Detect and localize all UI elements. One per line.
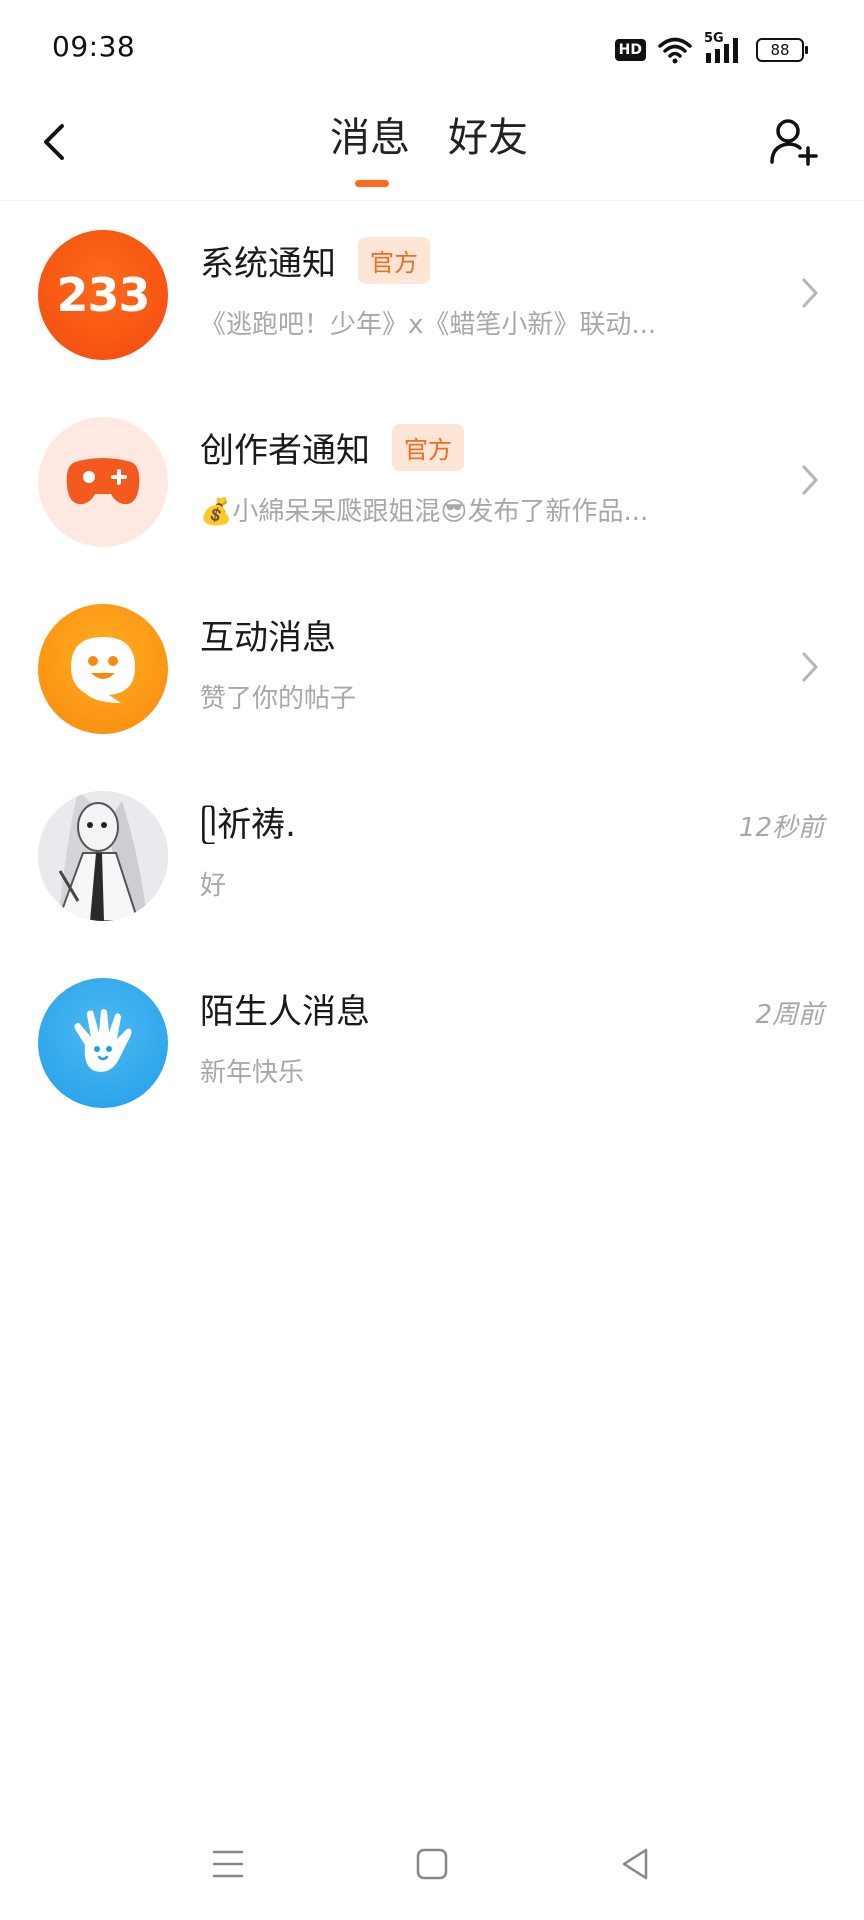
screen: 09:38 HD 5G 88 消息 好友 233 系统通知 官方 《逃跑吧！少年…: [0, 0, 864, 1920]
message-list: 233 系统通知 官方 《逃跑吧！少年》x《蜡笔小新》联动... 创作者通知 官…: [0, 200, 864, 1135]
add-friend-button[interactable]: [768, 116, 820, 168]
item-subtitle: 好: [200, 871, 227, 901]
item-time: 12秒前: [738, 813, 824, 843]
item-title-row: ᥫ祈祷.: [200, 797, 296, 846]
status-bar: 09:38 HD 5G 88: [0, 0, 864, 100]
official-badge: 官方: [358, 237, 430, 284]
back-button[interactable]: [36, 120, 76, 164]
chevron-right-icon: [802, 465, 818, 495]
item-subtitle: 💰小綿呆呆瓞跟姐混😎发布了新作品...: [200, 497, 649, 527]
menu-icon[interactable]: [206, 1842, 250, 1886]
wave-hand-icon: [38, 978, 168, 1108]
battery-icon: 88: [756, 38, 808, 62]
tab-friends[interactable]: 好友: [448, 112, 528, 164]
battery-level: 88: [770, 41, 790, 59]
item-time: 2周前: [755, 1000, 824, 1030]
tab-active-indicator: [355, 180, 389, 187]
list-item-stranger-messages[interactable]: 陌生人消息 2周前 新年快乐: [0, 948, 864, 1135]
wifi-icon: [658, 37, 692, 64]
system-nav-bar: [0, 1810, 864, 1920]
gamepad-icon: [38, 417, 168, 547]
item-title-row: 互动消息: [200, 610, 336, 659]
add-friend-icon: [770, 119, 818, 166]
back-arrow-icon: [44, 124, 64, 160]
home-square-icon[interactable]: [410, 1842, 454, 1886]
hd-icon: HD: [614, 39, 646, 61]
back-triangle-icon[interactable]: [614, 1842, 658, 1886]
item-title-row: 系统通知 官方: [200, 236, 430, 285]
list-item-system-notice[interactable]: 233 系统通知 官方 《逃跑吧！少年》x《蜡笔小新》联动...: [0, 200, 864, 387]
item-title: 系统通知: [200, 244, 336, 284]
official-badge: 官方: [392, 424, 464, 471]
tab-messages[interactable]: 消息: [330, 112, 410, 187]
chevron-right-icon: [802, 652, 818, 682]
tab-friends-label: 好友: [448, 115, 528, 161]
avatar-233-text: 233: [56, 268, 150, 322]
tab-messages-label: 消息: [330, 115, 410, 161]
status-icons: HD 5G 88: [614, 31, 808, 68]
item-title: 创作者通知: [200, 431, 370, 471]
status-time: 09:38: [52, 30, 136, 63]
item-subtitle: 赞了你的帖子: [200, 684, 357, 714]
item-title-row: 创作者通知 官方: [200, 423, 464, 472]
5g-signal-icon: 5G: [704, 31, 744, 65]
item-title: 互动消息: [200, 618, 336, 658]
list-item-interaction[interactable]: 互动消息 赞了你的帖子: [0, 574, 864, 761]
list-item-creator-notice[interactable]: 创作者通知 官方 💰小綿呆呆瓞跟姐混😎发布了新作品...: [0, 387, 864, 574]
item-subtitle: 新年快乐: [200, 1058, 305, 1088]
tab-bar: 消息 好友: [330, 112, 528, 187]
item-title: ᥫ祈祷.: [200, 805, 296, 845]
chevron-right-icon: [802, 278, 818, 308]
system-233-icon: 233: [38, 230, 168, 360]
user-photo-avatar: [38, 791, 168, 921]
item-title-row: 陌生人消息: [200, 984, 370, 1033]
chat-smile-icon: [38, 604, 168, 734]
item-subtitle: 《逃跑吧！少年》x《蜡笔小新》联动...: [200, 310, 657, 340]
top-header: 消息 好友: [0, 100, 864, 201]
item-title: 陌生人消息: [200, 992, 370, 1032]
list-item-user-chat[interactable]: ᥫ祈祷. 12秒前 好: [0, 761, 864, 948]
